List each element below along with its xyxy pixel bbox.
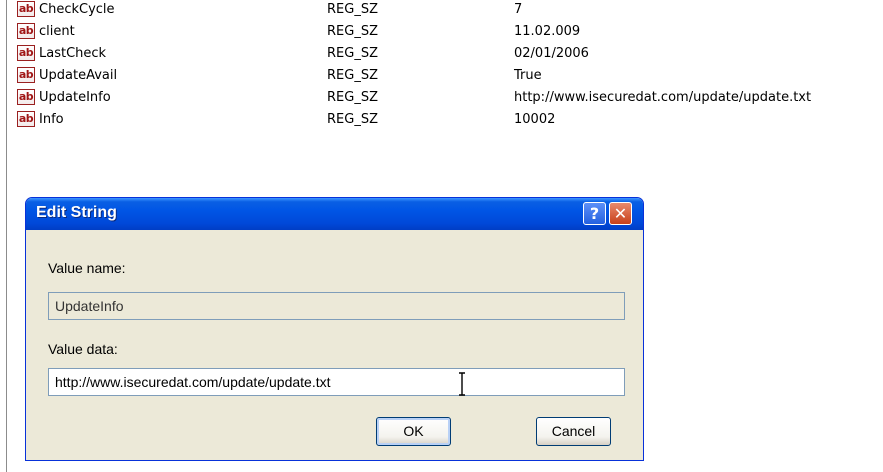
value-data-input[interactable]: http://www.isecuredat.com/update/update.… — [48, 368, 625, 396]
value-name-field: UpdateInfo — [48, 292, 625, 320]
ok-button-label: OK — [403, 423, 424, 439]
help-icon[interactable]: ? — [583, 202, 606, 225]
value-name: UpdateAvail — [39, 68, 118, 83]
value-data-label: Value data: — [48, 341, 118, 357]
registry-row[interactable]: ab UpdateAvail REG_SZ True — [17, 66, 883, 88]
value-type: REG_SZ — [327, 68, 378, 83]
text-cursor-icon — [459, 372, 465, 396]
value-data: 11.02.009 — [514, 24, 581, 39]
cancel-button[interactable]: Cancel — [536, 417, 611, 446]
value-data: True — [514, 68, 542, 83]
edit-string-dialog: Edit String ? ✕ Value name: UpdateInfo V… — [25, 197, 644, 461]
value-data: 7 — [514, 2, 523, 17]
reg-string-icon: ab — [17, 1, 35, 17]
value-type: REG_SZ — [327, 90, 378, 105]
value-type: REG_SZ — [327, 46, 378, 61]
value-name: UpdateInfo — [39, 90, 111, 105]
reg-string-icon: ab — [17, 45, 35, 61]
value-data: http://www.isecuredat.com/update/update.… — [514, 90, 812, 105]
value-data: 10002 — [514, 112, 556, 127]
reg-string-icon: ab — [17, 23, 35, 39]
value-data: 02/01/2006 — [514, 46, 589, 61]
dialog-title-bar[interactable]: Edit String ? ✕ — [26, 198, 643, 230]
value-name-label: Value name: — [48, 260, 126, 276]
value-name: CheckCycle — [39, 2, 115, 17]
close-icon[interactable]: ✕ — [609, 202, 632, 225]
reg-string-icon: ab — [17, 89, 35, 105]
value-name: client — [39, 24, 75, 39]
dialog-title: Edit String — [36, 204, 117, 221]
registry-row[interactable]: ab client REG_SZ 11.02.009 — [17, 22, 883, 44]
value-type: REG_SZ — [327, 2, 378, 17]
value-type: REG_SZ — [327, 112, 378, 127]
registry-row[interactable]: ab Info REG_SZ 10002 — [17, 110, 883, 132]
ok-button[interactable]: OK — [376, 417, 451, 446]
value-name: Info — [39, 112, 64, 127]
reg-string-icon: ab — [17, 111, 35, 127]
value-type: REG_SZ — [327, 24, 378, 39]
value-name: LastCheck — [39, 46, 107, 61]
reg-string-icon: ab — [17, 67, 35, 83]
registry-row[interactable]: ab LastCheck REG_SZ 02/01/2006 — [17, 44, 883, 66]
registry-row[interactable]: ab UpdateInfo REG_SZ http://www.isecured… — [17, 88, 883, 110]
registry-row[interactable]: ab CheckCycle REG_SZ 7 — [17, 0, 883, 22]
